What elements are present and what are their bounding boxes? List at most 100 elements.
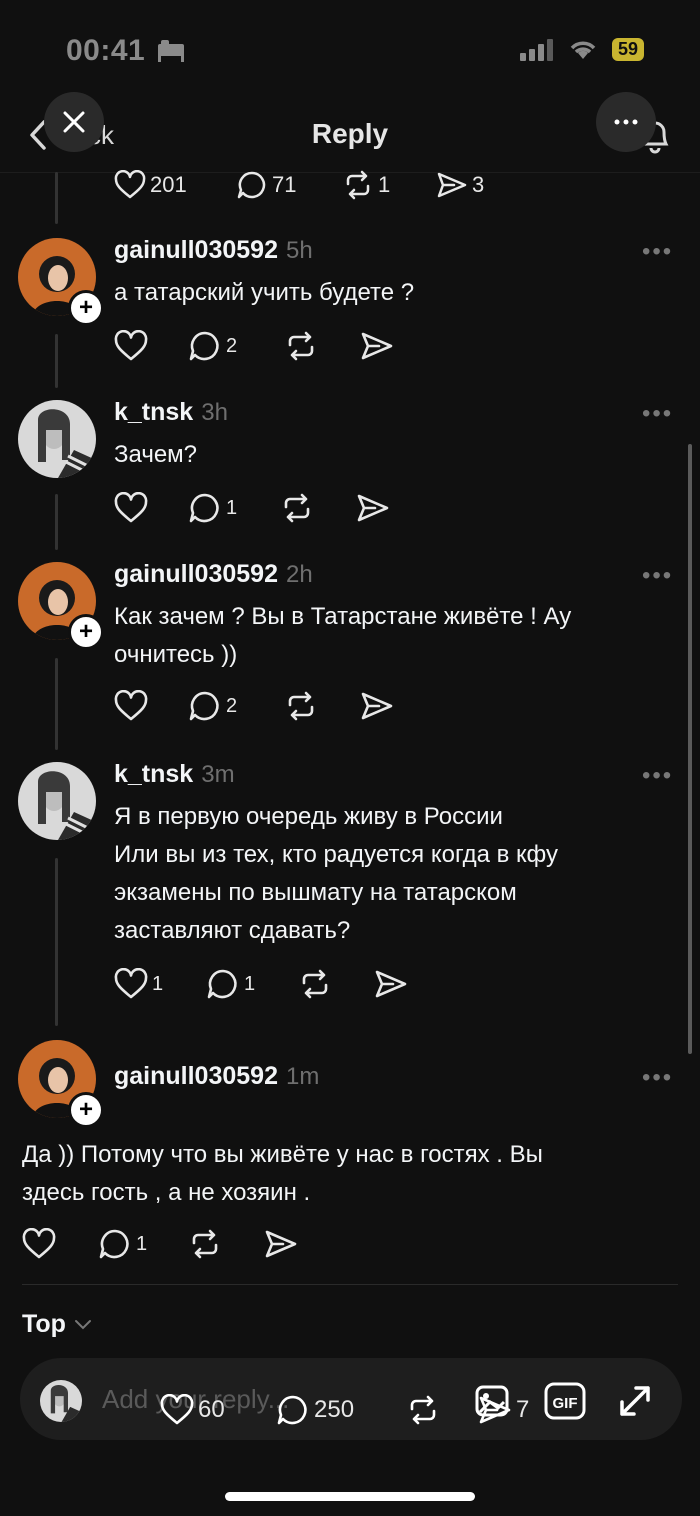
reply-count: 1 (226, 496, 238, 519)
avatar[interactable] (18, 400, 96, 478)
username[interactable]: gainull030592 (114, 236, 278, 264)
reply-text: Да )) Потому что вы живёте у нас в гостя… (22, 1136, 543, 1212)
comment-icon (189, 331, 219, 361)
heart-icon (160, 1394, 194, 1425)
like-button[interactable] (114, 330, 188, 362)
reply-button[interactable]: 1 (188, 492, 280, 524)
reply-text-line: здесь гость , а не хозяин . (22, 1179, 311, 1206)
thread-line (55, 494, 58, 550)
sleep-icon (156, 40, 186, 67)
reply-more-button[interactable]: ••• (642, 1064, 673, 1092)
username[interactable]: gainull030592 (114, 1062, 278, 1090)
sort-dropdown[interactable]: Top (22, 1310, 92, 1339)
repost-icon (288, 331, 314, 361)
timestamp: 3m (201, 761, 235, 788)
scrollbar[interactable] (688, 444, 692, 1054)
reply-header: k_tnsk 3m (114, 760, 235, 789)
comment-icon (277, 1395, 307, 1425)
reply-text: Зачем? (114, 436, 197, 474)
reply-text: Я в первую очередь живу в России Или вы … (114, 798, 558, 950)
overlay-repost[interactable] (406, 1394, 440, 1426)
overlay-like[interactable]: 60 (160, 1394, 225, 1426)
overlay-share[interactable]: 7 (478, 1394, 529, 1426)
heart-icon (114, 690, 148, 721)
overlay-comment-count: 250 (314, 1396, 355, 1423)
repost-button[interactable] (280, 492, 356, 524)
reply-more-button[interactable]: ••• (642, 562, 673, 590)
share-button[interactable] (374, 968, 408, 1000)
comment-icon (189, 493, 219, 523)
reply-more-button[interactable]: ••• (642, 238, 673, 266)
repost-icon (192, 1229, 218, 1259)
follow-plus-button[interactable]: + (68, 290, 104, 326)
reply-more-button[interactable]: ••• (642, 400, 673, 428)
reply-button[interactable]: 1 (98, 1228, 188, 1260)
timestamp: 3h (201, 399, 228, 426)
repost-button[interactable]: 1 (342, 170, 436, 200)
like-button[interactable] (22, 1228, 98, 1260)
overlay-stats: 60 250 7 (0, 1380, 700, 1440)
page-title: Reply (311, 118, 389, 149)
avatar[interactable] (18, 762, 96, 840)
follow-plus-button[interactable]: + (68, 1092, 104, 1128)
reply-button[interactable]: 1 (206, 968, 298, 1000)
heart-icon (114, 968, 148, 999)
comment-icon (99, 1229, 129, 1259)
comment-icon (237, 171, 266, 199)
reply-header: k_tnsk 3h (114, 398, 228, 427)
reply-actions: 2 (114, 330, 394, 362)
repost-button[interactable] (188, 1228, 264, 1260)
reply-header: gainull030592 2h (114, 560, 313, 589)
reply-actions: 1 1 (114, 968, 408, 1000)
like-button[interactable]: 201 (114, 170, 236, 200)
wifi-icon (570, 40, 596, 59)
heart-icon (114, 330, 148, 361)
reply-count: 1 (136, 1232, 148, 1255)
status-indicators: 59 (519, 38, 644, 61)
username[interactable]: gainull030592 (114, 560, 278, 588)
like-button[interactable]: 1 (114, 968, 206, 1000)
reply-text-line: Зачем? (114, 441, 198, 468)
reply-count: 2 (226, 334, 238, 357)
reply-more-button[interactable]: ••• (642, 762, 673, 790)
thread-line (55, 858, 58, 1026)
repost-button[interactable] (298, 968, 374, 1000)
like-count: 201 (150, 172, 187, 197)
heart-icon (114, 492, 148, 523)
sort-label: Top (22, 1310, 66, 1338)
reply-button[interactable]: 2 (188, 690, 284, 722)
share-button[interactable] (360, 690, 394, 722)
send-icon (479, 1396, 511, 1424)
repost-button[interactable] (284, 330, 360, 362)
more-options-button[interactable] (596, 92, 656, 152)
share-button[interactable] (360, 330, 394, 362)
repost-button[interactable] (284, 690, 360, 722)
send-icon (265, 1230, 297, 1258)
send-icon (361, 692, 393, 720)
share-count: 3 (472, 172, 485, 197)
reply-button[interactable]: 2 (188, 330, 284, 362)
reply-text: Как зачем ? Вы в Татарстане живёте ! Ау … (114, 598, 571, 674)
repost-icon (288, 691, 314, 721)
username[interactable]: k_tnsk (114, 398, 193, 426)
more-icon (614, 119, 638, 125)
follow-plus-button[interactable]: + (68, 614, 104, 650)
home-indicator[interactable] (225, 1492, 475, 1501)
overlay-comment[interactable]: 250 (276, 1394, 354, 1426)
status-time: 00:41 (66, 34, 146, 67)
reply-text-line: Я в первую очередь живу в России (114, 803, 503, 830)
share-button[interactable]: 3 (436, 170, 484, 200)
like-button[interactable] (114, 492, 188, 524)
thread-line (55, 658, 58, 750)
thread-line (55, 172, 58, 224)
share-button[interactable] (356, 492, 390, 524)
reply-text-line: заставляют сдавать? (114, 917, 351, 944)
repost-icon (410, 1395, 436, 1425)
reply-button[interactable]: 71 (236, 170, 342, 200)
repost-icon (346, 170, 370, 200)
like-button[interactable] (114, 690, 188, 722)
overlay-share-count: 7 (516, 1396, 530, 1423)
reply-actions: 1 (22, 1228, 298, 1260)
username[interactable]: k_tnsk (114, 760, 193, 788)
share-button[interactable] (264, 1228, 298, 1260)
